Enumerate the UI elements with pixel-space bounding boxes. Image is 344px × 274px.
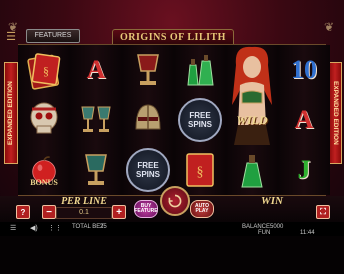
bet-minus-button[interactable]: − xyxy=(42,205,56,219)
win-label: WIN xyxy=(260,195,283,207)
reel-2: A xyxy=(70,45,122,195)
win-display: WIN xyxy=(232,195,312,215)
helmet-icon xyxy=(135,104,161,130)
potions-icon xyxy=(187,55,214,86)
symbol-helmet xyxy=(122,95,174,145)
expanded-edition-banner-left: EXPANDED EDITION xyxy=(4,62,18,164)
symbol-potion xyxy=(226,145,278,195)
goblet-icon xyxy=(85,154,107,185)
free-spins-label: FREE SPINS xyxy=(126,148,170,192)
help-button[interactable]: ? xyxy=(16,205,30,219)
svg-text:§: § xyxy=(197,165,204,180)
spell-book-icon: § xyxy=(27,53,61,90)
symbol-card-a: A xyxy=(70,45,122,95)
per-line-value: 0.1 xyxy=(56,207,112,219)
free-spins-label: FREE SPINS xyxy=(178,98,222,142)
reel-6: 10 A J xyxy=(278,45,330,195)
card-10-label: 10 xyxy=(291,55,317,84)
status-bar: ☰ ◀) ⋮⋮ TOTAL BET 25 BALANCE 5000 FUN 11… xyxy=(0,222,344,236)
reel-5: WILD xyxy=(226,45,278,195)
fullscreen-button[interactable]: ⛶ xyxy=(316,205,330,219)
lilith-icon xyxy=(232,46,272,145)
symbol-free-spins: FREE SPINS xyxy=(174,95,226,145)
sliders-icon[interactable]: ⋮⋮ xyxy=(48,224,62,232)
hamburger-icon[interactable]: ☰ xyxy=(4,30,18,44)
spell-book-icon: § xyxy=(186,153,214,187)
bonus-label: BONUS xyxy=(30,177,58,187)
reel-4: FREE SPINS § xyxy=(174,45,226,195)
bet-plus-button[interactable]: + xyxy=(112,205,126,219)
potion-icon xyxy=(241,155,263,188)
reel-3: FREE SPINS xyxy=(122,45,174,195)
reel-1: § BONUS xyxy=(18,45,70,195)
symbol-potions xyxy=(174,45,226,95)
card-a-label: A xyxy=(294,105,314,134)
features-button[interactable]: FEATURES xyxy=(26,29,80,43)
symbol-card-j: J xyxy=(278,145,330,195)
symbol-goblet xyxy=(122,45,174,95)
balance-value: 5000 xyxy=(270,224,284,230)
hamburger-icon[interactable]: ☰ xyxy=(10,224,16,232)
reel-grid: § BONUS A FREE SPINS FREE SPINS § WILD 1… xyxy=(18,44,330,196)
expanded-edition-banner-right: EXPANDED EDITION xyxy=(328,62,342,164)
card-a-label: A xyxy=(86,55,106,84)
symbol-goblets xyxy=(70,95,122,145)
below-game-area xyxy=(0,236,344,274)
goblets-icon xyxy=(81,106,111,132)
card-j-label: J xyxy=(297,155,311,184)
auto-play-button[interactable]: AUTO PLAY xyxy=(190,200,214,218)
symbol-lilith-wild: WILD xyxy=(226,45,278,145)
symbol-skull xyxy=(18,95,70,145)
symbol-spell-book: § xyxy=(18,45,70,95)
symbol-card-a: A xyxy=(278,95,330,145)
speaker-icon[interactable]: ◀) xyxy=(30,224,38,232)
symbol-goblet xyxy=(70,145,122,195)
buy-feature-button[interactable]: BUY FEATURE xyxy=(134,200,158,218)
symbol-card-10: 10 xyxy=(278,45,330,95)
symbol-apple-bonus: BONUS xyxy=(18,145,70,195)
total-bet-value: 25 xyxy=(100,224,107,230)
spin-icon xyxy=(168,194,182,208)
wild-label: WILD xyxy=(236,113,268,127)
spin-button[interactable] xyxy=(160,186,190,216)
corner-ornament: ❦ xyxy=(324,20,335,34)
goblet-icon xyxy=(137,54,159,85)
skull-icon xyxy=(30,102,58,134)
svg-text:§: § xyxy=(43,64,49,78)
